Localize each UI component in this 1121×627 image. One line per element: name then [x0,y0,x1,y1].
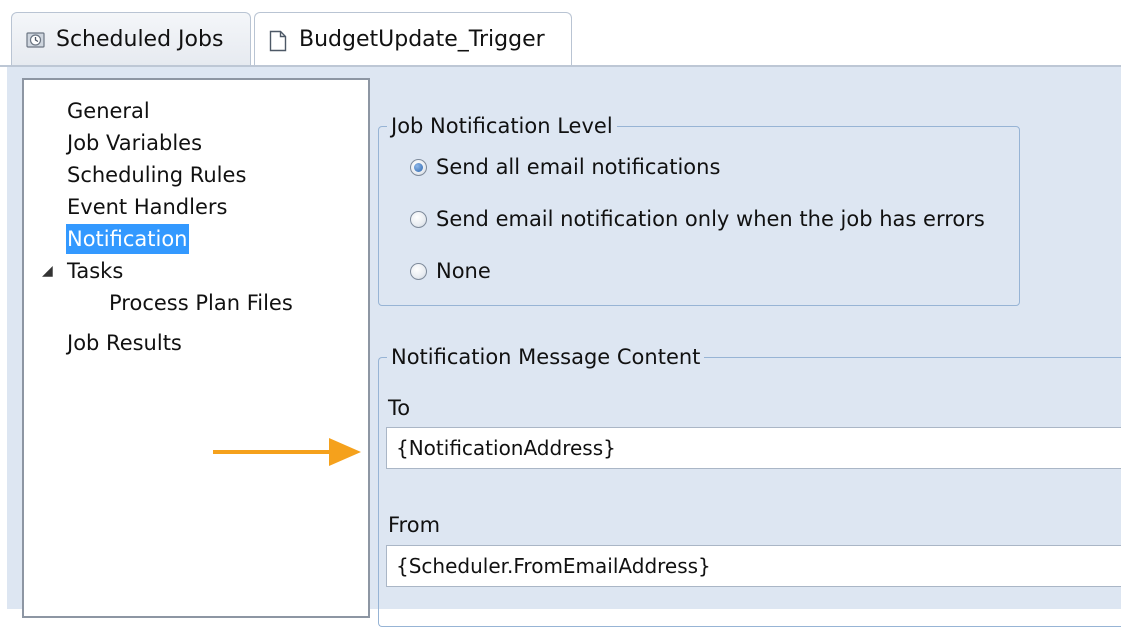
radio-errors-only[interactable]: Send email notification only when the jo… [410,207,985,231]
radio-label: None [436,259,491,283]
tab-label: BudgetUpdate_Trigger [299,27,545,52]
collapse-triangle-icon[interactable]: ◢ [42,263,53,279]
tree-item-event-handlers[interactable]: Event Handlers [67,192,227,222]
tree-item-job-variables[interactable]: Job Variables [67,128,202,158]
to-field[interactable] [386,427,1121,469]
tree-item-process-plan-files[interactable]: Process Plan Files [109,288,293,318]
job-editor-panel: General Job Variables Scheduling Rules E… [7,67,1121,627]
from-label: From [388,513,441,537]
tab-bar: Scheduled Jobs BudgetUpdate_Trigger [0,0,1121,67]
group-title: Notification Message Content [387,344,705,370]
radio-label: Send email notification only when the jo… [436,207,985,231]
tree-item-tasks[interactable]: Tasks [67,256,123,286]
from-field[interactable] [386,545,1121,587]
scheduled-jobs-icon [26,30,46,50]
document-icon [269,30,289,51]
tree-item-notification[interactable]: Notification [66,224,189,254]
callout-arrow-icon [213,438,361,466]
group-title: Job Notification Level [387,113,617,139]
settings-tree: General Job Variables Scheduling Rules E… [22,78,370,618]
job-notification-level-group: Job Notification Level Send all email no… [378,113,1020,306]
radio-send-all[interactable]: Send all email notifications [410,155,720,179]
to-label: To [388,396,411,420]
notification-message-content-group: Notification Message Content To From [378,344,1121,627]
tab-scheduled-jobs[interactable]: Scheduled Jobs [11,12,251,66]
tree-item-general[interactable]: General [67,96,150,126]
tree-item-scheduling-rules[interactable]: Scheduling Rules [67,160,246,190]
tree-item-job-results[interactable]: Job Results [67,328,182,358]
radio-button[interactable] [410,262,427,280]
radio-label: Send all email notifications [436,155,721,179]
radio-button[interactable] [410,210,427,228]
radio-none[interactable]: None [410,259,491,283]
tab-label: Scheduled Jobs [56,27,224,52]
tab-budgetupdate-trigger[interactable]: BudgetUpdate_Trigger [254,12,572,66]
radio-button-checked[interactable] [410,158,427,176]
